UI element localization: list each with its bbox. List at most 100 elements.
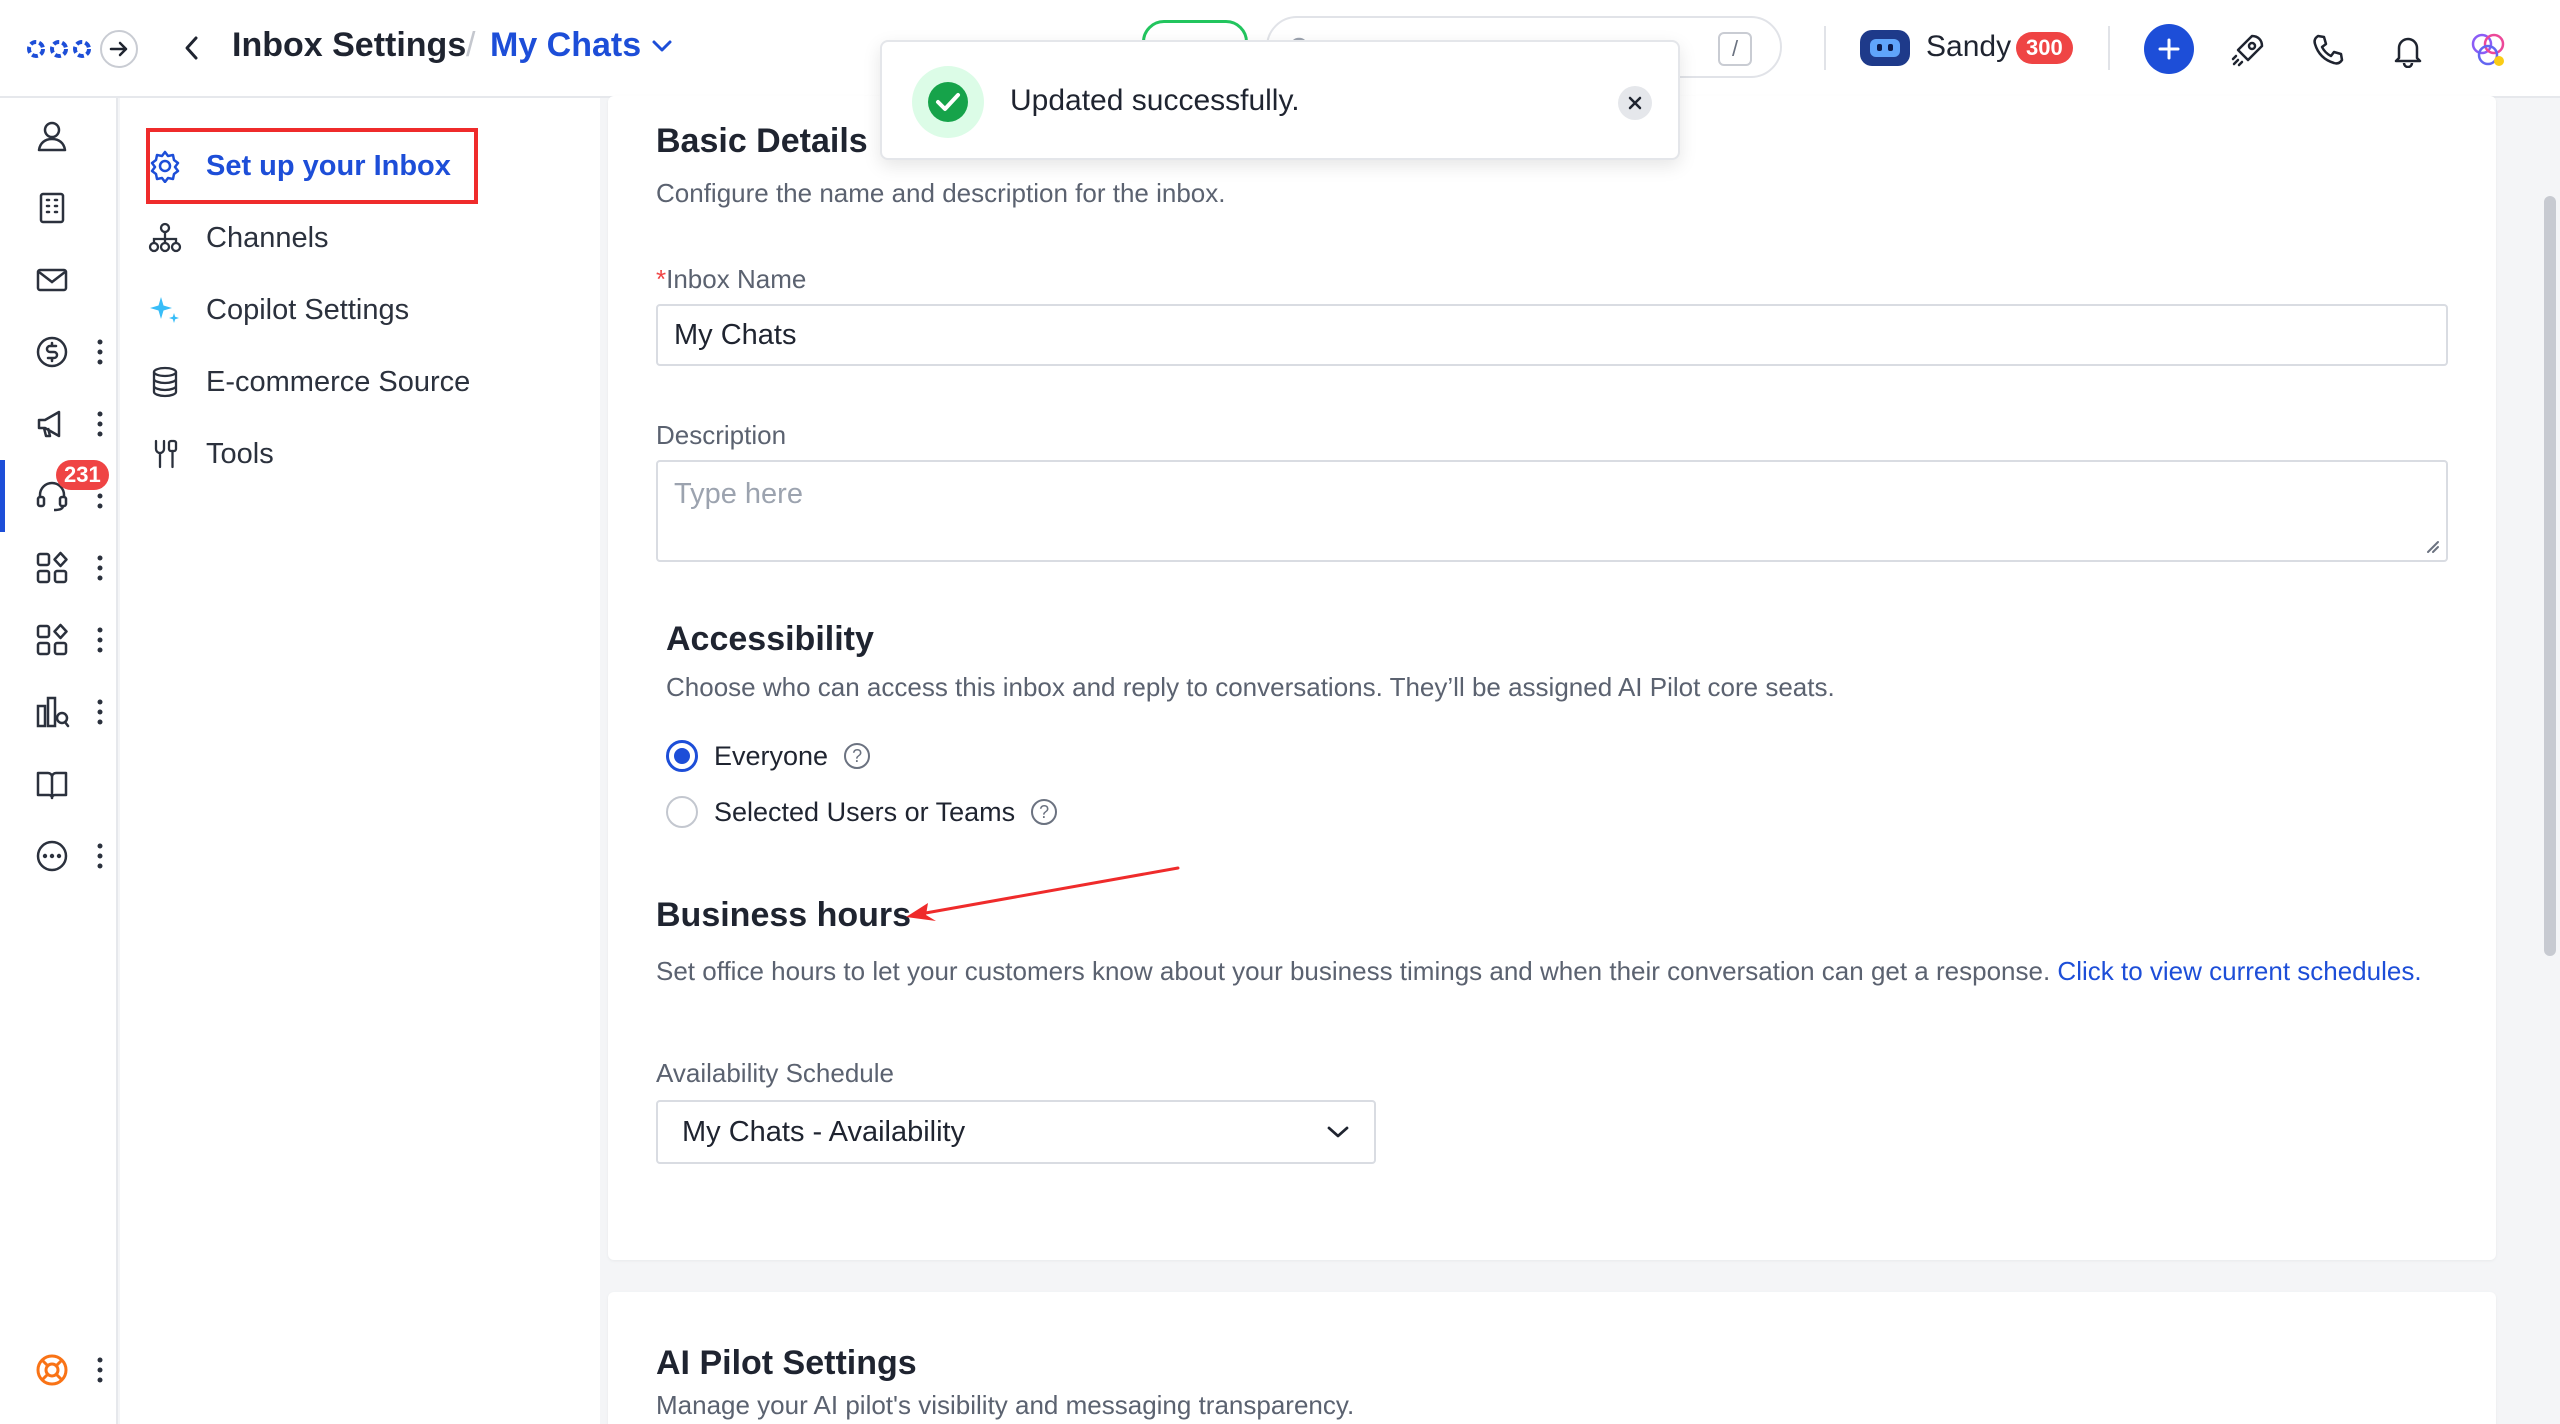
description-field[interactable]: Type here [656,460,2448,562]
breadcrumb-separator: / [466,26,476,64]
radio-button[interactable] [666,796,698,828]
search-shortcut-key: / [1718,32,1752,66]
inbox-name-field[interactable]: My Chats [656,304,2448,366]
nav-item-label: Copilot Settings [206,293,410,326]
success-check-icon [912,66,984,138]
chevron-down-icon [652,40,672,51]
more-vertical-icon[interactable] [96,842,104,870]
arrow-right-icon [109,41,128,57]
person-icon [37,121,67,152]
accessibility-description: Choose who can access this inbox and rep… [666,672,1835,702]
plus-icon [2158,38,2180,60]
sparkle-icon [146,291,184,329]
chevron-down-icon [1327,1126,1349,1138]
resize-grip-icon[interactable] [2424,538,2440,554]
channels-icon [146,219,184,257]
help-icon[interactable]: ? [1031,799,1058,825]
rocket-icon [2231,34,2264,67]
user-name[interactable]: Sandy [1926,30,2011,64]
nav-item-label: Channels [206,221,329,254]
rail-item-deals[interactable] [0,322,118,382]
phone-button[interactable] [2306,28,2350,72]
more-vertical-icon[interactable] [96,626,104,654]
toast-close-button[interactable] [1618,86,1652,120]
app-logo[interactable] [26,32,92,66]
availability-schedule-label: Availability Schedule [656,1058,894,1088]
inbox-switcher[interactable]: My Chats [490,26,673,65]
dollar-icon [36,336,68,368]
expand-sidebar-button[interactable] [100,30,138,68]
radio-button[interactable] [666,740,698,772]
ai-pilot-heading: AI Pilot Settings [656,1344,917,1382]
nav-item-channels[interactable]: Channels [146,202,329,274]
view-schedules-link[interactable]: Click to view current schedules. [2057,956,2421,986]
inbox-name-label: *Inbox Name [656,264,807,294]
rail-item-help[interactable] [0,1340,118,1400]
mail-icon [36,268,68,292]
accessibility-heading: Accessibility [666,620,874,658]
divider [1824,26,1826,70]
success-toast: Updated successfully. [880,40,1680,160]
radio-label: Everyone [714,740,829,771]
tools-icon [146,435,184,473]
lifebuoy-icon [36,1354,68,1386]
nav-item-label: Set up your Inbox [206,149,451,182]
bot-face-icon [1870,39,1900,57]
more-vertical-icon[interactable] [96,410,104,438]
nav-item-ecommerce-source[interactable]: E-commerce Source [146,346,470,418]
rail-item-email[interactable] [0,250,118,310]
launch-button[interactable] [2226,28,2270,72]
notifications-button[interactable] [2386,28,2430,72]
bell-icon [2394,37,2422,68]
book-icon [36,771,68,800]
create-new-button[interactable] [2144,24,2194,74]
more-vertical-icon[interactable] [96,698,104,726]
page-title: Inbox Settings [232,26,467,64]
gear-icon [146,147,184,185]
availability-schedule-select[interactable]: My Chats - Availability [656,1100,1376,1164]
back-button[interactable] [170,26,214,70]
more-vertical-icon[interactable] [96,1356,104,1384]
rail-item-integrations[interactable] [0,610,118,670]
nav-item-setup-inbox[interactable]: Set up your Inbox [146,130,451,202]
more-vertical-icon[interactable] [96,338,104,366]
apps-grid-icon [36,623,68,656]
megaphone-icon [37,410,61,438]
ai-pilot-description: Manage your AI pilot's visibility and me… [656,1390,1355,1420]
radio-label: Selected Users or Teams [714,796,1016,827]
nav-item-tools[interactable]: Tools [146,418,274,490]
toast-message: Updated successfully. [1010,84,1300,117]
help-icon[interactable]: ? [844,743,871,769]
analytics-icon [36,696,70,728]
rail-item-companies[interactable] [0,178,118,238]
nav-item-copilot-settings[interactable]: Copilot Settings [146,274,409,346]
phone-icon [2313,34,2344,65]
annotation-arrow [906,866,1180,921]
description-label: Description [656,420,787,450]
page-scrollbar[interactable] [2544,196,2556,956]
more-circle-icon [36,840,68,872]
building-icon [39,192,65,224]
workspace-button[interactable] [2466,28,2510,72]
more-vertical-icon[interactable] [96,554,104,582]
business-hours-description: Set office hours to let your customers k… [656,956,2422,986]
rail-item-apps[interactable] [0,538,118,598]
inbox-count-badge: 231 [56,460,109,490]
rail-item-reports[interactable] [0,682,118,742]
rail-item-knowledge[interactable] [0,754,118,814]
close-icon [1628,96,1642,110]
database-icon [146,363,184,401]
rail-item-campaigns[interactable] [0,394,118,454]
workspace-logo-icon [2471,33,2505,66]
avatar[interactable] [1860,30,1910,66]
rail-item-more[interactable] [0,826,118,886]
rail-item-contacts[interactable] [0,106,118,166]
credits-badge: 300 [2016,32,2073,64]
basic-details-heading: Basic Details [656,122,868,160]
radio-everyone[interactable]: Everyone ? [666,736,871,776]
description-placeholder: Type here [674,478,803,510]
business-hours-heading: Business hours [656,896,912,934]
availability-schedule-value: My Chats - Availability [682,1115,966,1148]
radio-selected-users[interactable]: Selected Users or Teams ? [666,792,1058,832]
basic-details-description: Configure the name and description for t… [656,178,1226,208]
